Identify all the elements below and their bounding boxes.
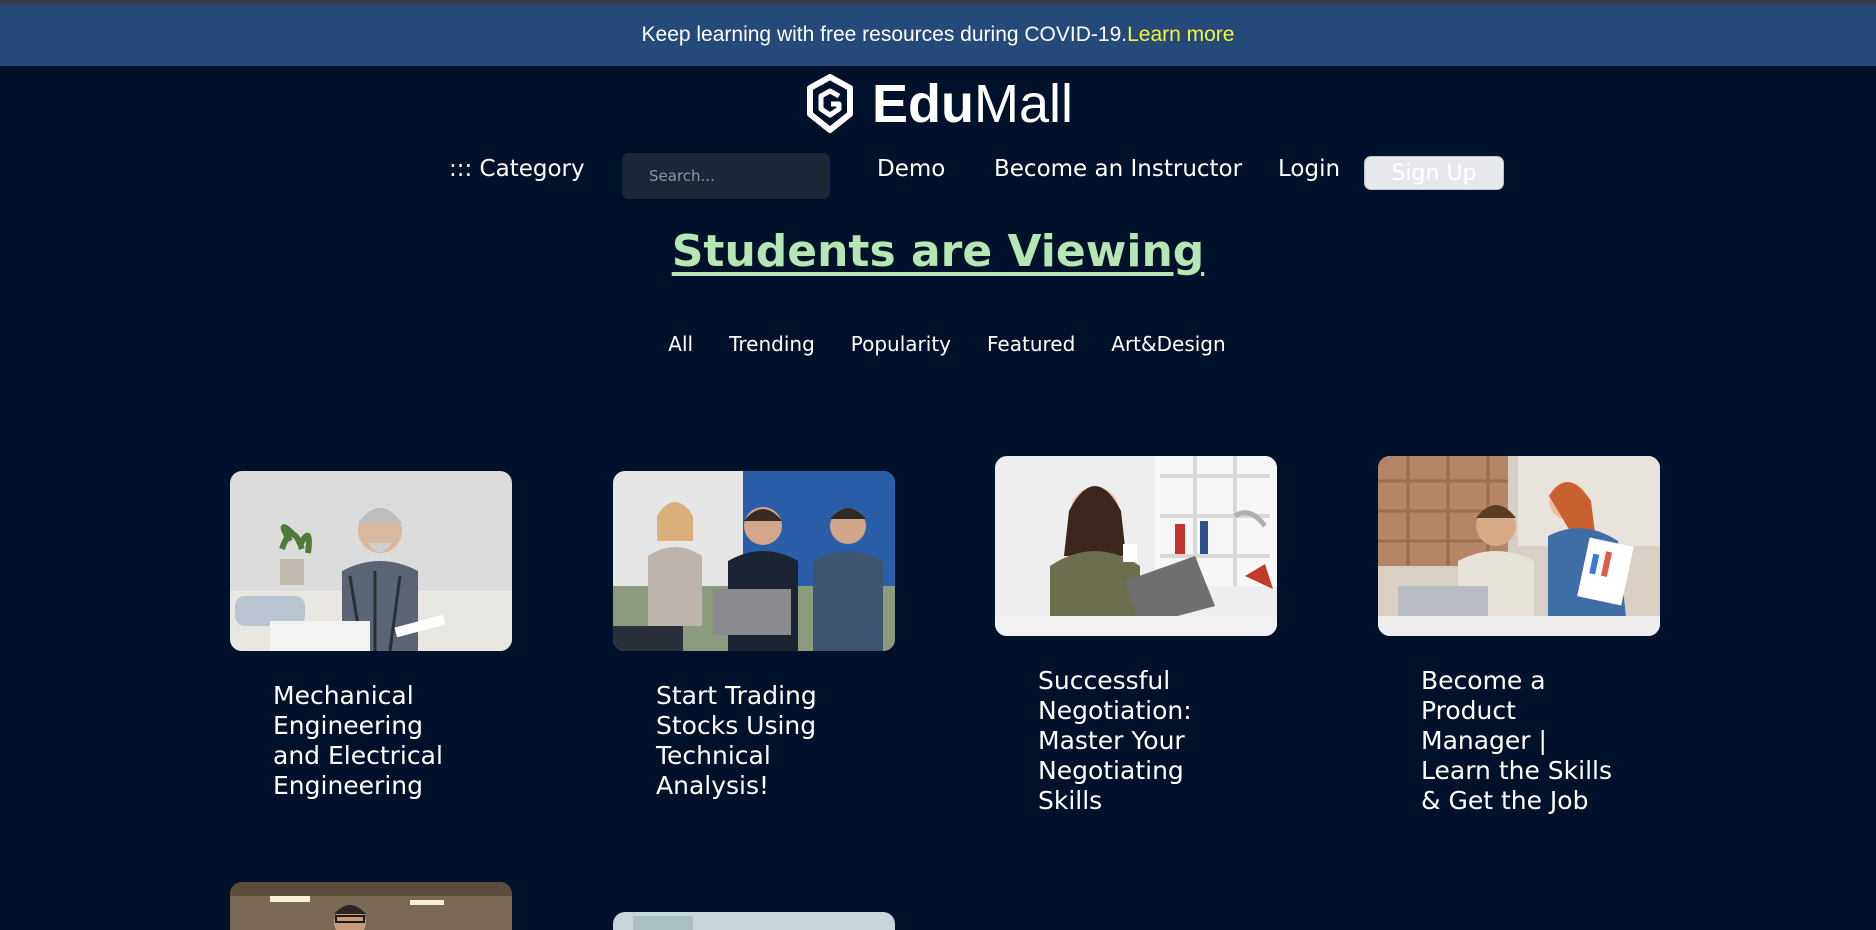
category-menu[interactable]: ::: Category: [449, 156, 585, 182]
filter-tab-featured[interactable]: Featured: [987, 332, 1075, 356]
logo-wordmark: EduMall: [872, 73, 1073, 135]
course-image: [613, 912, 895, 930]
filter-tab-art-design[interactable]: Art&Design: [1111, 332, 1225, 356]
nav-become-instructor-link[interactable]: Become an Instructor: [994, 156, 1242, 182]
course-image: [995, 456, 1277, 636]
nav-demo-link[interactable]: Demo: [877, 156, 945, 182]
filter-tab-popularity[interactable]: Popularity: [851, 332, 951, 356]
logo-brand-bold: Edu: [872, 74, 974, 134]
banner-message: Keep learning with free resources during…: [641, 23, 1128, 46]
section-title: Students are Viewing: [671, 226, 1205, 277]
logo-brand-regular: Mall: [974, 74, 1074, 134]
course-title: Start Trading Stocks Using Technical Ana…: [656, 681, 817, 800]
shield-logo-icon: [807, 74, 853, 133]
course-title: Become a Product Manager | Learn the Ski…: [1421, 666, 1613, 815]
course-card[interactable]: Mechanical Engineering and Electrical En…: [230, 471, 512, 801]
course-title: Mechanical Engineering and Electrical En…: [273, 681, 443, 800]
filter-tab-trending[interactable]: Trending: [729, 332, 815, 356]
filter-tab-all[interactable]: All: [668, 332, 693, 356]
course-image: [1378, 456, 1660, 636]
course-filter-tabs: All Trending Popularity Featured Art&Des…: [0, 332, 1876, 356]
nav-login-link[interactable]: Login: [1278, 156, 1340, 182]
course-image: [230, 471, 512, 651]
learn-more-link[interactable]: Learn more: [1127, 23, 1234, 47]
search-input[interactable]: [622, 153, 830, 199]
signup-button[interactable]: Sign Up: [1364, 156, 1504, 190]
course-title: Successful Negotiation: Master Your Nego…: [1038, 666, 1192, 815]
course-card-partial[interactable]: [613, 912, 895, 930]
course-card-partial[interactable]: [230, 882, 512, 930]
edumall-logo[interactable]: EduMall: [806, 72, 1073, 136]
covid-banner: Keep learning with free resources during…: [0, 4, 1876, 66]
course-card[interactable]: Start Trading Stocks Using Technical Ana…: [613, 471, 895, 801]
course-card[interactable]: Become a Product Manager | Learn the Ski…: [1378, 456, 1660, 816]
course-image: [230, 882, 512, 930]
course-image: [613, 471, 895, 651]
course-card[interactable]: Successful Negotiation: Master Your Nego…: [995, 456, 1277, 816]
